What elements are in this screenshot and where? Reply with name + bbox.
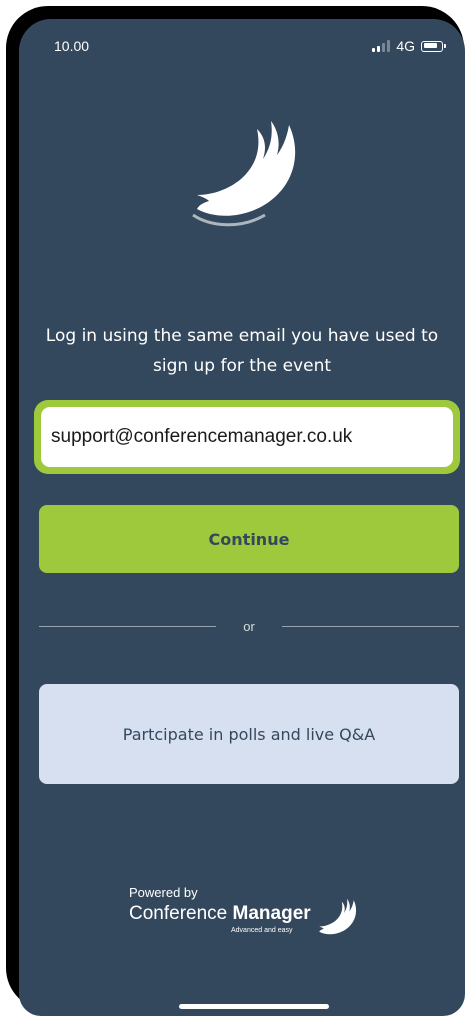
phone-frame: 10.00 4G Log in using the same email you… (6, 6, 465, 1016)
battery-icon (421, 40, 446, 52)
status-indicators: 4G (372, 38, 446, 54)
divider-text: or (243, 619, 255, 634)
powered-by-label: Powered by (129, 885, 198, 900)
network-type: 4G (396, 38, 415, 54)
home-indicator[interactable] (179, 1004, 329, 1009)
continue-button[interactable]: Continue (39, 505, 459, 573)
email-field-focus-ring (34, 400, 460, 474)
brand-logo-icon (319, 898, 357, 935)
powered-by-footer: Powered by Conference Manager Advanced a… (129, 885, 369, 955)
divider-line-right (282, 626, 459, 627)
brand-tagline: Advanced and easy (231, 927, 293, 934)
app-screen: 10.00 4G Log in using the same email you… (19, 19, 465, 1016)
polls-qa-button[interactable]: Partcipate in polls and live Q&A (39, 684, 459, 784)
email-field[interactable] (41, 407, 453, 467)
battery-fill (423, 43, 438, 48)
or-divider: or (39, 617, 459, 637)
brand-name-light: Conference (129, 903, 233, 924)
status-time: 10.00 (54, 38, 90, 54)
signal-icon (372, 40, 391, 52)
app-logo-icon (192, 121, 296, 227)
brand-name: Conference Manager (129, 903, 311, 925)
status-bar: 10.00 4G (19, 19, 465, 69)
brand-name-bold: Manager (232, 903, 311, 924)
login-instruction: Log in using the same email you have use… (45, 326, 439, 376)
